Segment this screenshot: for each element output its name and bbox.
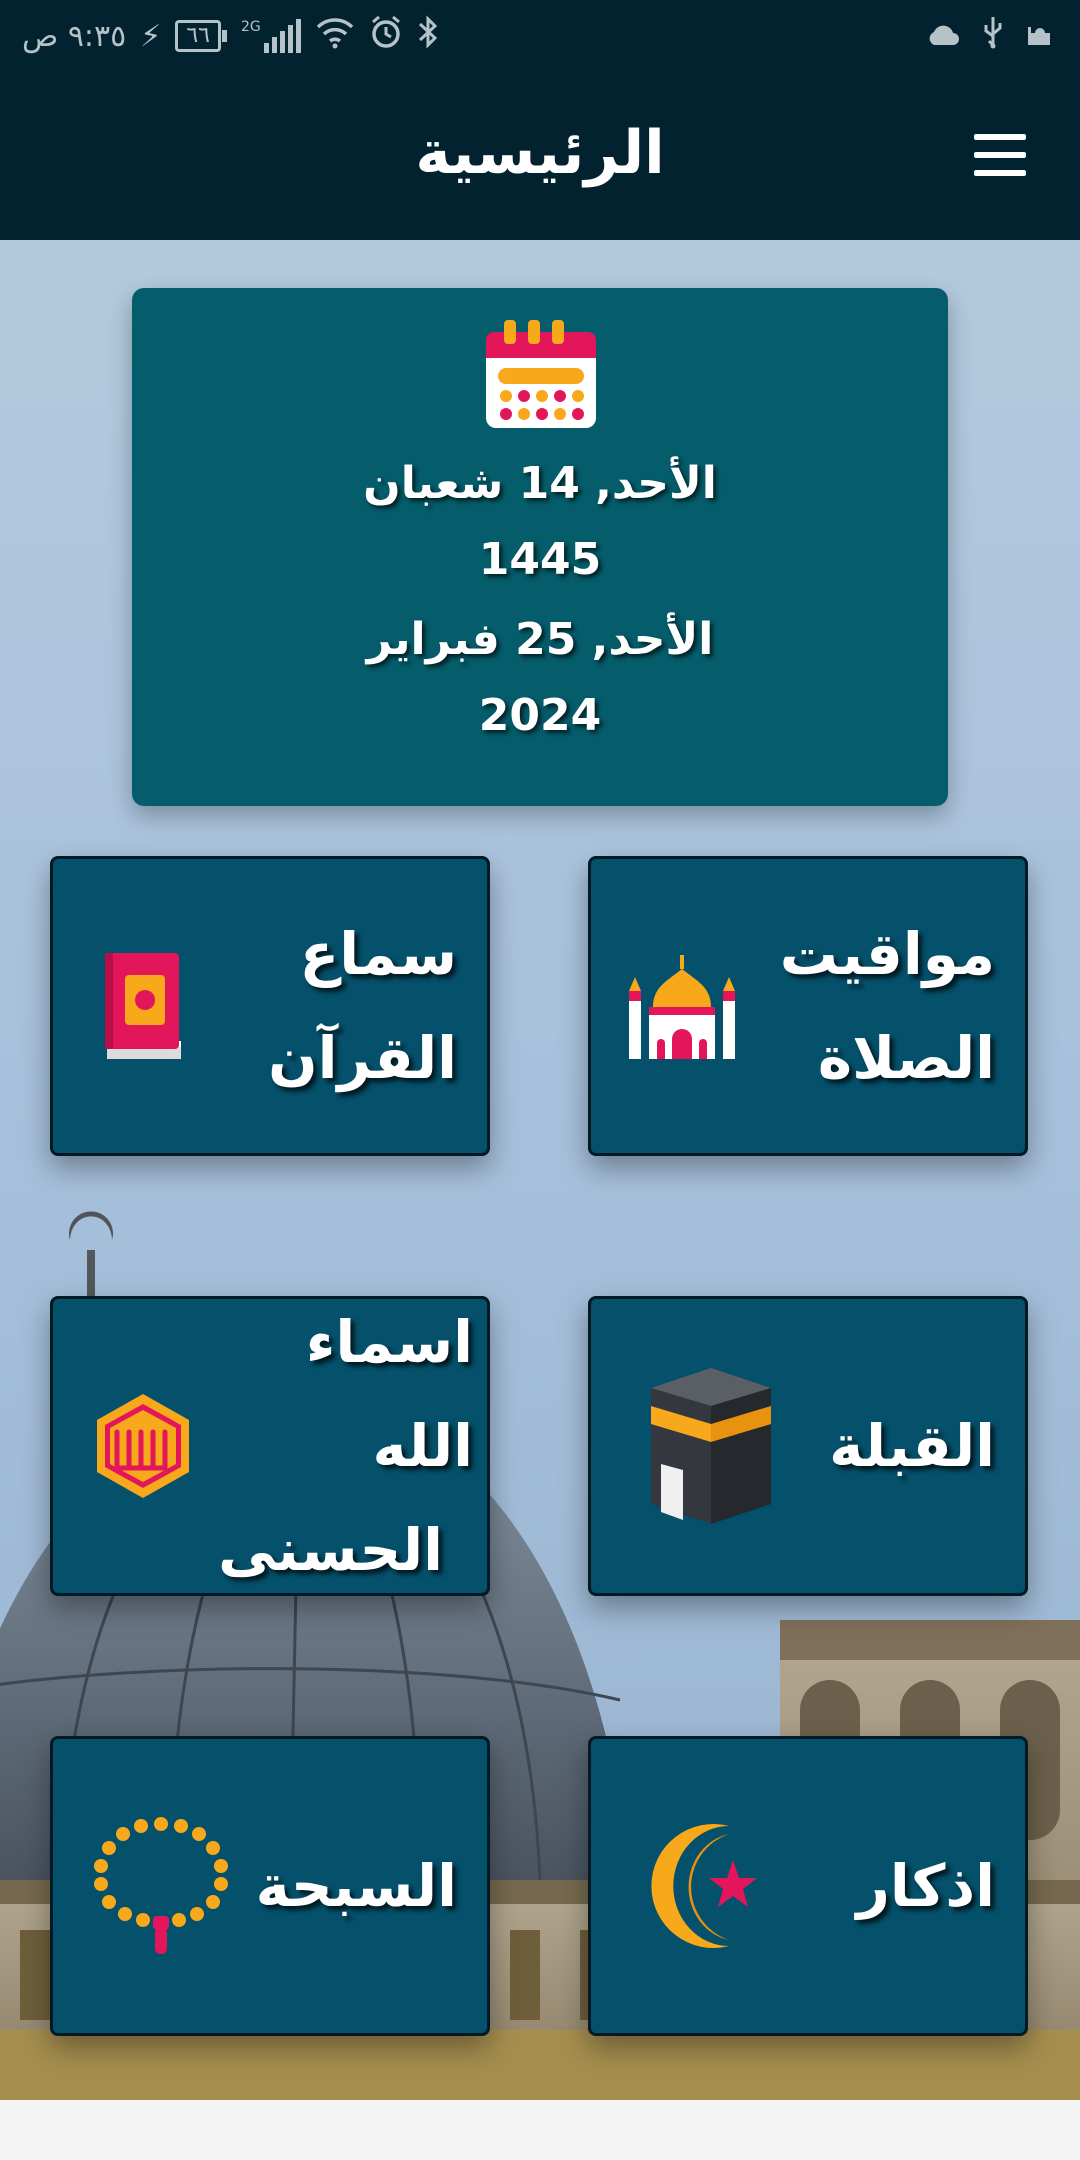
mosque-notification-icon: [1026, 17, 1054, 55]
status-right: [926, 14, 1054, 58]
tile-label: القبلة: [829, 1412, 995, 1480]
menu-button[interactable]: [970, 134, 1030, 178]
cloud-icon: [926, 19, 960, 54]
azkar-tile[interactable]: اذكار: [588, 1736, 1028, 2036]
usb-icon: [982, 15, 1004, 57]
page-title: الرئيسية: [415, 118, 665, 188]
allah-names-icon: [97, 1394, 189, 1498]
battery-icon: ٦٦: [175, 20, 227, 52]
hijri-year: 1445: [478, 534, 602, 585]
status-bar: ٩:٣٥ ص ⚡ ٦٦ 2G: [0, 0, 1080, 72]
quran-book-icon: [105, 953, 181, 1059]
tile-label: اسماء الله الحسنى: [218, 1308, 473, 1584]
wifi-icon: [315, 15, 355, 57]
hijri-date: الأحد, 14 شعبان: [363, 458, 717, 509]
tile-label: اذكار: [856, 1852, 995, 1920]
prayer-beads-tile[interactable]: السبحة: [50, 1736, 490, 2036]
allah-names-tile[interactable]: اسماء الله الحسنى: [50, 1296, 490, 1596]
date-card: الأحد, 14 شعبان 1445 الأحد, 25 فبراير 20…: [132, 288, 948, 806]
network-type: 2G: [240, 19, 261, 35]
hamburger-icon: [974, 134, 1026, 140]
tile-label: سماع القرآن: [268, 920, 457, 1092]
prayer-times-tile[interactable]: مواقيت الصلاة: [588, 856, 1028, 1156]
tile-label: مواقيت الصلاة: [779, 920, 995, 1092]
listen-quran-tile[interactable]: سماع القرآن: [50, 856, 490, 1156]
battery-level: ٦٦: [175, 20, 221, 52]
bluetooth-icon: [417, 15, 439, 57]
mosque-icon: [629, 955, 735, 1059]
charging-icon: ⚡: [140, 18, 162, 54]
gregorian-date: الأحد, 25 فبراير: [366, 614, 714, 665]
qibla-tile[interactable]: القبلة: [588, 1296, 1028, 1596]
tile-label: السبحة: [255, 1852, 457, 1920]
clock: ٩:٣٥ ص: [22, 18, 127, 54]
status-left: ٩:٣٥ ص ⚡ ٦٦ 2G: [22, 14, 439, 58]
signal-icon: 2G: [241, 19, 301, 53]
main-content: الأحد, 14 شعبان 1445 الأحد, 25 فبراير 20…: [0, 240, 1080, 2100]
app-bar: الرئيسية: [0, 72, 1080, 240]
bottom-area: [0, 2100, 1080, 2160]
alarm-icon: [369, 15, 403, 57]
calendar-icon: [486, 320, 596, 428]
gregorian-year: 2024: [478, 690, 602, 741]
